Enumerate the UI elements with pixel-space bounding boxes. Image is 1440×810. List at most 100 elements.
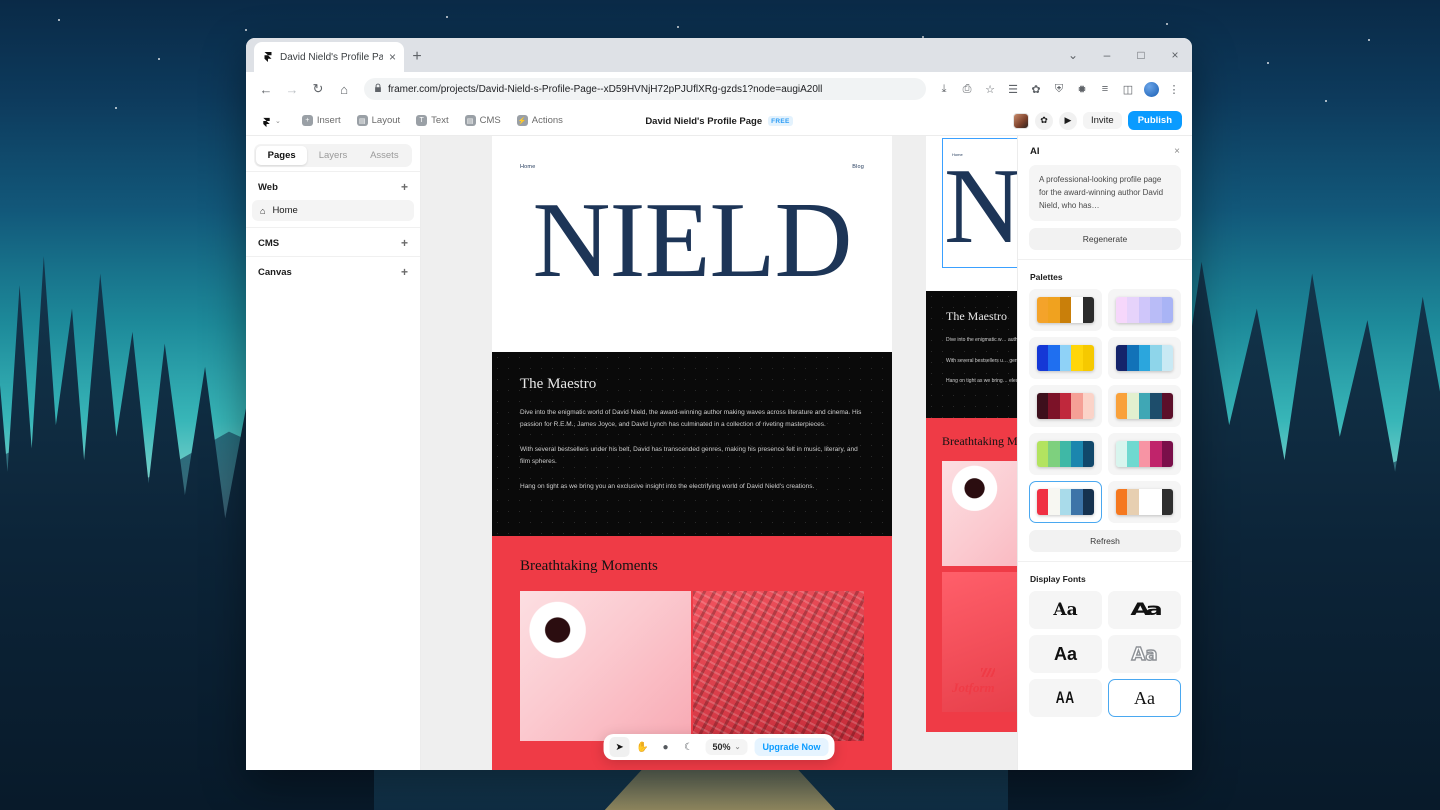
tab-layers[interactable]: Layers	[307, 146, 358, 165]
palette-option-10[interactable]	[1108, 481, 1181, 523]
palette-swatch	[1139, 393, 1150, 419]
tab-assets[interactable]: Assets	[359, 146, 410, 165]
nav-link-home[interactable]: Home	[520, 164, 535, 170]
cursor-tool-icon[interactable]: ➤	[610, 737, 630, 757]
ai-prompt-text[interactable]: A professional-looking profile page for …	[1029, 165, 1181, 221]
add-canvas-icon[interactable]: +	[401, 266, 408, 278]
font-option-5[interactable]: AA	[1029, 679, 1102, 717]
side-maestro-paragraph-2: With several bestsellers u… genres, maki…	[946, 357, 1017, 367]
maximize-button[interactable]: □	[1124, 38, 1158, 72]
regenerate-button[interactable]: Regenerate	[1029, 228, 1181, 250]
shield-extension-icon[interactable]: ⛨	[1049, 79, 1069, 99]
gear-icon[interactable]: ✿	[1035, 112, 1053, 130]
hero-section: Home Blog NIELD	[492, 136, 892, 352]
side-maestro-section: The Maestro Dive into the enigmatic w… a…	[926, 291, 1017, 418]
palette-swatch	[1127, 393, 1138, 419]
palette-option-9[interactable]	[1029, 481, 1102, 523]
avatar[interactable]	[1013, 113, 1029, 129]
palette-swatch	[1071, 297, 1082, 323]
add-cms-icon[interactable]: +	[401, 237, 408, 249]
menu-item-actions[interactable]: ⚡ Actions	[513, 112, 567, 129]
palette-swatch	[1037, 345, 1048, 371]
chrome-profile-avatar[interactable]	[1141, 79, 1161, 99]
framer-toolbar-right: ✿ ▶ Invite Publish	[1013, 111, 1182, 130]
canvas-bottom-toolbar: ➤ ✋ ● ☾ 50% ⌄ Upgrade Now	[604, 734, 835, 760]
palette-swatch	[1127, 489, 1138, 515]
plan-badge: FREE	[768, 116, 793, 126]
settings-extension-icon[interactable]: ✿	[1026, 79, 1046, 99]
palette-swatches	[1037, 489, 1094, 515]
palette-option-6[interactable]	[1108, 385, 1181, 427]
palette-swatch	[1048, 297, 1059, 323]
upgrade-now-button[interactable]: Upgrade Now	[754, 738, 828, 756]
font-option-1[interactable]: Aa	[1029, 591, 1102, 629]
menu-item-text[interactable]: T Text	[412, 112, 452, 129]
palette-swatch	[1083, 441, 1094, 467]
menu-item-layout[interactable]: ▤ Layout	[353, 112, 405, 129]
menu-item-cms[interactable]: ▤ CMS	[461, 112, 505, 129]
publish-button[interactable]: Publish	[1128, 111, 1182, 130]
section-canvas-label: Canvas	[258, 267, 292, 278]
play-icon[interactable]: ▶	[1059, 112, 1077, 130]
canvas-frame-main[interactable]: Home Blog NIELD The Maestro Dive into th…	[492, 136, 892, 770]
palette-option-1[interactable]	[1029, 289, 1102, 331]
palette-swatch	[1083, 345, 1094, 371]
share-icon[interactable]: ⎙	[957, 79, 977, 99]
close-window-button[interactable]: ×	[1158, 38, 1192, 72]
refresh-palettes-button[interactable]: Refresh	[1029, 530, 1181, 552]
tab-pages[interactable]: Pages	[256, 146, 307, 165]
url-input[interactable]: framer.com/projects/David-Nield-s-Profil…	[364, 78, 926, 100]
sidebar-item-home[interactable]: ⌂ Home	[252, 200, 414, 221]
palette-option-8[interactable]	[1108, 433, 1181, 475]
url-text: framer.com/projects/David-Nield-s-Profil…	[388, 84, 822, 95]
palette-option-2[interactable]	[1108, 289, 1181, 331]
chrome-menu-icon[interactable]: ⋮	[1164, 79, 1184, 99]
palette-swatches	[1116, 441, 1173, 467]
forward-icon[interactable]: →	[280, 77, 304, 101]
close-icon[interactable]: ×	[1174, 146, 1180, 157]
design-canvas[interactable]: Home Blog NIELD The Maestro Dive into th…	[421, 136, 1017, 770]
minimize-button[interactable]: –	[1090, 38, 1124, 72]
palette-option-5[interactable]	[1029, 385, 1102, 427]
install-icon[interactable]: ⤓	[934, 79, 954, 99]
tab-close-icon[interactable]: ×	[389, 51, 396, 63]
palette-swatch	[1083, 393, 1094, 419]
zoom-level: 50%	[713, 742, 731, 752]
palette-swatch	[1071, 441, 1082, 467]
palette-option-3[interactable]	[1029, 337, 1102, 379]
font-option-3[interactable]: Aa	[1029, 635, 1102, 673]
comment-tool-icon[interactable]: ●	[656, 737, 676, 757]
palette-swatch	[1060, 393, 1071, 419]
lock-icon	[374, 83, 382, 95]
tab-search-icon[interactable]: ⌄	[1056, 38, 1090, 72]
font-option-4[interactable]: Aa	[1108, 635, 1181, 673]
dark-mode-tool-icon[interactable]: ☾	[679, 737, 699, 757]
home-icon[interactable]: ⌂	[332, 77, 356, 101]
nav-link-blog[interactable]: Blog	[852, 164, 864, 170]
invite-button[interactable]: Invite	[1083, 112, 1122, 129]
bookmark-star-icon[interactable]: ☆	[980, 79, 1000, 99]
canvas-frame-secondary[interactable]: Home NI The Maestro Dive into the enigma…	[926, 136, 1017, 732]
font-option-6[interactable]: Aa	[1108, 679, 1181, 717]
palette-option-7[interactable]	[1029, 433, 1102, 475]
puzzle-extension-icon[interactable]: ✹	[1072, 79, 1092, 99]
palette-swatch	[1127, 345, 1138, 371]
layers-extension-icon[interactable]: ☰	[1003, 79, 1023, 99]
sidepanel-icon[interactable]: ◫	[1118, 79, 1138, 99]
reload-icon[interactable]: ↻	[306, 77, 330, 101]
list-extension-icon[interactable]: ≡	[1095, 79, 1115, 99]
new-tab-button[interactable]: +	[404, 44, 430, 70]
section-cms: CMS +	[246, 227, 420, 256]
palette-option-4[interactable]	[1108, 337, 1181, 379]
back-icon[interactable]: ←	[254, 77, 278, 101]
jotform-logo: Jotform	[952, 668, 995, 696]
browser-tab[interactable]: David Nield's Profile Page – Fra… ×	[254, 42, 404, 72]
section-web-label: Web	[258, 182, 278, 193]
font-option-2[interactable]: Aa	[1108, 591, 1181, 629]
menu-item-insert[interactable]: + Insert	[298, 112, 345, 129]
framer-logo-button[interactable]: ⌄	[256, 112, 286, 129]
add-web-page-icon[interactable]: +	[401, 181, 408, 193]
palette-swatch	[1060, 345, 1071, 371]
hand-tool-icon[interactable]: ✋	[633, 737, 653, 757]
zoom-selector[interactable]: 50% ⌄	[706, 739, 748, 755]
